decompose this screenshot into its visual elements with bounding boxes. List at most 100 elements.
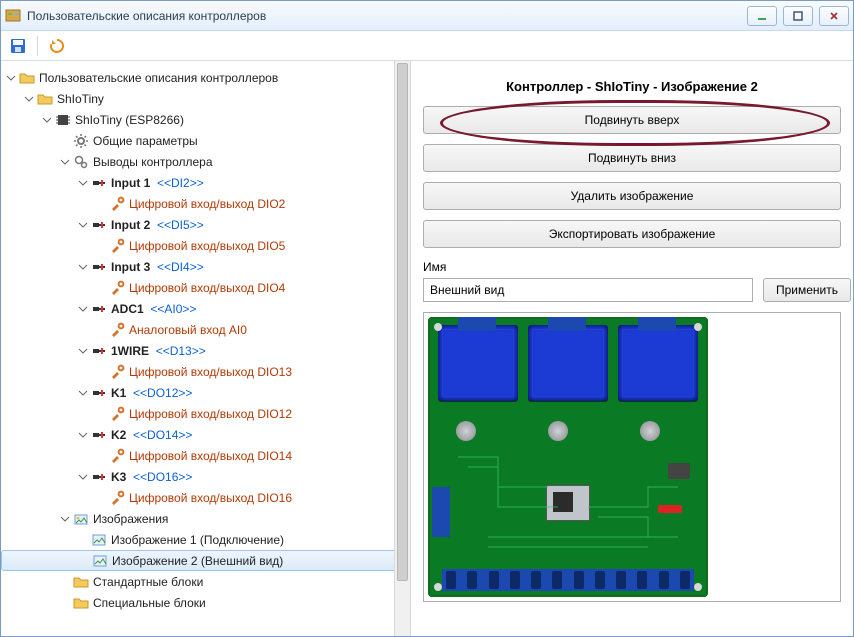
apply-button[interactable]: Применить — [763, 278, 851, 302]
tree-root[interactable]: Пользовательские описания контроллеров — [1, 67, 410, 88]
chevron-down-icon[interactable] — [77, 429, 89, 441]
tree-pin-sub[interactable]: Цифровой вход/выход DIO5 — [1, 235, 410, 256]
tree-pin-label: K1 <<DO12>> — [111, 386, 192, 400]
tree-pin-sub-label: Цифровой вход/выход DIO13 — [129, 365, 292, 379]
tree-pin-label: Input 2 <<DI5>> — [111, 218, 204, 232]
tree-image-1[interactable]: Изображение 1 (Подключение) — [1, 529, 410, 550]
tree-pin-sub-label: Цифровой вход/выход DIO14 — [129, 449, 292, 463]
chevron-down-icon[interactable] — [59, 513, 71, 525]
tree-pin-label: ADC1 <<AI0>> — [111, 302, 196, 316]
tree-device-label: ShIoTiny (ESP8266) — [75, 113, 184, 127]
tree-image-2-label: Изображение 2 (Внешний вид) — [112, 554, 283, 568]
pin-icon — [91, 259, 107, 275]
chevron-down-icon[interactable] — [77, 219, 89, 231]
minimize-button[interactable] — [747, 6, 777, 26]
chevron-down-icon[interactable] — [77, 303, 89, 315]
tree-pin[interactable]: K3 <<DO16>> — [1, 466, 410, 487]
tree-pin-sub[interactable]: Цифровой вход/выход DIO14 — [1, 445, 410, 466]
maximize-button[interactable] — [783, 6, 813, 26]
gears-icon — [73, 154, 89, 170]
chevron-down-icon[interactable] — [77, 471, 89, 483]
refresh-button[interactable] — [46, 35, 68, 57]
name-input[interactable] — [423, 278, 753, 302]
tree-pin-sub[interactable]: Цифровой вход/выход DIO16 — [1, 487, 410, 508]
tree-images[interactable]: Изображения — [1, 508, 410, 529]
tree-device[interactable]: ShIoTiny (ESP8266) — [1, 109, 410, 130]
folder-icon — [73, 574, 89, 590]
tree-pins[interactable]: Выводы контроллера — [1, 151, 410, 172]
tree-pin-sub-label: Цифровой вход/выход DIO16 — [129, 491, 292, 505]
tree-pin-sub-label: Цифровой вход/выход DIO4 — [129, 281, 285, 295]
tree-pin-sub-label: Цифровой вход/выход DIO5 — [129, 239, 285, 253]
tree-pin-sub[interactable]: Цифровой вход/выход DIO2 — [1, 193, 410, 214]
detail-panel: Контроллер - ShIoTiny - Изображение 2 По… — [411, 61, 853, 636]
tool-icon — [109, 280, 125, 296]
gear-icon — [73, 133, 89, 149]
image-icon — [91, 532, 107, 548]
chevron-down-icon[interactable] — [59, 156, 71, 168]
tool-icon — [109, 448, 125, 464]
chevron-down-icon[interactable] — [77, 387, 89, 399]
save-button[interactable] — [7, 35, 29, 57]
tool-icon — [109, 364, 125, 380]
tree-common-params-label: Общие параметры — [93, 134, 198, 148]
tree-pin-sub[interactable]: Цифровой вход/выход DIO4 — [1, 277, 410, 298]
chevron-down-icon[interactable] — [41, 114, 53, 126]
tree-pin[interactable]: Input 2 <<DI5>> — [1, 214, 410, 235]
export-image-button[interactable]: Экспортировать изображение — [423, 220, 841, 248]
tree-pin[interactable]: K1 <<DO12>> — [1, 382, 410, 403]
tree-pin-label: K3 <<DO16>> — [111, 470, 192, 484]
tree-pin-label: Input 1 <<DI2>> — [111, 176, 204, 190]
tree-image-2[interactable]: Изображение 2 (Внешний вид) — [1, 550, 410, 571]
tree-pin[interactable]: Input 1 <<DI2>> — [1, 172, 410, 193]
chip-icon — [55, 112, 71, 128]
tree-spec-blocks-label: Специальные блоки — [93, 596, 206, 610]
close-button[interactable] — [819, 6, 849, 26]
tree-pin[interactable]: K2 <<DO14>> — [1, 424, 410, 445]
tree-pin-sub[interactable]: Цифровой вход/выход DIO13 — [1, 361, 410, 382]
tree-pin[interactable]: Input 3 <<DI4>> — [1, 256, 410, 277]
tree-controller[interactable]: ShIoTiny — [1, 88, 410, 109]
app-icon — [5, 8, 21, 24]
chevron-down-icon[interactable] — [5, 72, 17, 84]
tree-pin[interactable]: ADC1 <<AI0>> — [1, 298, 410, 319]
tree-pins-label: Выводы контроллера — [93, 155, 213, 169]
pin-icon — [91, 217, 107, 233]
app-window: Пользовательские описания контроллеров — [0, 0, 854, 637]
pin-icon — [91, 469, 107, 485]
tree-pin-sub-label: Цифровой вход/выход DIO2 — [129, 197, 285, 211]
tree-pin-sub[interactable]: Аналоговый вход AI0 — [1, 319, 410, 340]
chevron-down-icon[interactable] — [77, 177, 89, 189]
delete-image-button[interactable]: Удалить изображение — [423, 182, 841, 210]
pin-icon — [91, 343, 107, 359]
tree-pin-sub[interactable]: Цифровой вход/выход DIO12 — [1, 403, 410, 424]
tree-spec-blocks[interactable]: Специальные блоки — [1, 592, 410, 613]
content-area: Пользовательские описания контроллеров S… — [1, 61, 853, 636]
tool-icon — [109, 196, 125, 212]
pin-icon — [91, 175, 107, 191]
tree-std-blocks-label: Стандартные блоки — [93, 575, 203, 589]
image-icon — [92, 553, 108, 569]
move-down-button[interactable]: Подвинуть вниз — [423, 144, 841, 172]
window-title: Пользовательские описания контроллеров — [27, 9, 266, 23]
folder-open-icon — [37, 91, 53, 107]
tree-images-label: Изображения — [93, 512, 168, 526]
tree-controller-label: ShIoTiny — [57, 92, 104, 106]
detail-title: Контроллер - ShIoTiny - Изображение 2 — [423, 79, 841, 94]
toolbar-separator — [37, 36, 38, 56]
folder-open-icon — [19, 70, 35, 86]
tree-pin-label: 1WIRE <<D13>> — [111, 344, 206, 358]
tree-std-blocks[interactable]: Стандартные блоки — [1, 571, 410, 592]
move-up-button[interactable]: Подвинуть вверх — [423, 106, 841, 134]
images-icon — [73, 511, 89, 527]
tree-common-params[interactable]: Общие параметры — [1, 130, 410, 151]
chevron-down-icon[interactable] — [23, 93, 35, 105]
tree-pin[interactable]: 1WIRE <<D13>> — [1, 340, 410, 361]
tree-pin-sub-label: Аналоговый вход AI0 — [129, 323, 247, 337]
chevron-down-icon[interactable] — [77, 261, 89, 273]
tree-pin-label: Input 3 <<DI4>> — [111, 260, 204, 274]
chevron-down-icon[interactable] — [77, 345, 89, 357]
tree-scrollbar[interactable] — [394, 61, 410, 636]
tree-panel: Пользовательские описания контроллеров S… — [1, 61, 411, 636]
pin-icon — [91, 385, 107, 401]
